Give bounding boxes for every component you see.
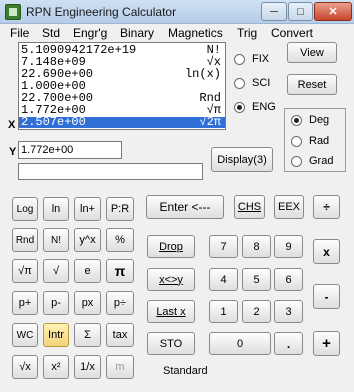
stack-display[interactable]: 5.1090942172e+19 N! 7.148e+09 √x 22.690e… — [18, 42, 226, 130]
ln-plus-button[interactable]: ln+ — [74, 197, 101, 221]
enter-button[interactable]: Enter <--- — [146, 195, 224, 219]
radio-circle-icon — [291, 155, 302, 167]
decimal-button[interactable]: . — [274, 332, 303, 355]
p-minus-button[interactable]: p- — [43, 291, 69, 315]
maximize-button[interactable]: □ — [288, 2, 313, 21]
format-eng-radio[interactable]: ENG — [234, 101, 276, 113]
radio-selected-icon — [291, 114, 302, 126]
wc-button[interactable]: WC — [12, 323, 38, 347]
px-button[interactable]: px — [74, 291, 101, 315]
digit-9-button[interactable]: 9 — [274, 235, 303, 258]
stack-op-label: ln(x) — [184, 67, 221, 81]
reciprocal-button[interactable]: 1/x — [74, 355, 101, 379]
digit-2-button[interactable]: 2 — [242, 300, 271, 323]
y-register-field[interactable]: 1.772e+00 — [18, 141, 122, 159]
stack-value: 2.507e+00 — [21, 115, 86, 129]
display-button[interactable]: Display(3) — [211, 147, 273, 172]
radio-label: Deg — [309, 114, 330, 126]
sigma-button[interactable]: Σ — [74, 323, 101, 347]
menu-convert[interactable]: Convert — [271, 26, 313, 40]
reset-button[interactable]: Reset — [287, 74, 337, 95]
radio-label: Grad — [309, 155, 334, 167]
window-title: RPN Engineering Calculator — [26, 5, 177, 19]
menu-binary[interactable]: Binary — [120, 26, 154, 40]
chs-button[interactable]: CHS — [234, 195, 265, 219]
title-bar[interactable]: RPN Engineering Calculator ─ □ ✕ — [0, 0, 354, 24]
radio-label: Rad — [309, 135, 330, 147]
p-divide-button[interactable]: p÷ — [106, 291, 134, 315]
p-plus-button[interactable]: p+ — [12, 291, 38, 315]
status-mode-label: Standard — [163, 365, 208, 377]
radio-selected-icon — [234, 101, 245, 113]
sqrt-x-button[interactable]: √x — [12, 355, 38, 379]
drop-button[interactable]: Drop — [147, 235, 195, 258]
divide-button[interactable]: ÷ — [313, 195, 340, 219]
view-button[interactable]: View — [287, 42, 337, 63]
digit-6-button[interactable]: 6 — [274, 268, 303, 291]
radio-label: SCI — [252, 77, 271, 89]
polar-rect-button[interactable]: P:R — [106, 197, 134, 221]
minimize-button[interactable]: ─ — [261, 2, 287, 21]
radio-circle-icon — [234, 53, 245, 65]
eex-button[interactable]: EEX — [274, 195, 304, 219]
last-x-button[interactable]: Last x — [147, 300, 195, 323]
radio-label: ENG — [252, 101, 276, 113]
add-button[interactable]: + — [313, 331, 340, 356]
sqrt-button[interactable]: √ — [43, 259, 69, 283]
intr-button[interactable]: Intr — [43, 323, 69, 347]
maximize-icon: □ — [297, 5, 304, 18]
log-button[interactable]: Log — [12, 197, 38, 221]
ln-button[interactable]: ln — [43, 197, 69, 221]
radio-circle-icon — [291, 135, 302, 147]
menu-engrg[interactable]: Engr'g — [73, 26, 107, 40]
menu-std[interactable]: Std — [42, 26, 60, 40]
y-register-label: Y — [9, 146, 17, 158]
format-sci-radio[interactable]: SCI — [234, 77, 270, 89]
factorial-button[interactable]: N! — [43, 228, 69, 252]
digit-0-button[interactable]: 0 — [209, 332, 271, 355]
close-icon: ✕ — [328, 6, 338, 18]
sqrt-pi-button[interactable]: √π — [12, 259, 38, 283]
pi-button[interactable]: π — [106, 259, 134, 283]
entry-field[interactable] — [18, 163, 203, 180]
multiply-button[interactable]: x — [313, 239, 340, 264]
angle-deg-radio[interactable]: Deg — [291, 114, 329, 126]
digit-8-button[interactable]: 8 — [242, 235, 271, 258]
e-constant-button[interactable]: e — [74, 259, 101, 283]
digit-4-button[interactable]: 4 — [209, 268, 238, 291]
tax-button[interactable]: tax — [106, 323, 134, 347]
digit-7-button[interactable]: 7 — [209, 235, 238, 258]
y-pow-x-button[interactable]: y^x — [74, 228, 101, 252]
rnd-button[interactable]: Rnd — [12, 228, 38, 252]
radio-label: FIX — [252, 53, 270, 65]
stack-op-label: √2π — [199, 115, 221, 129]
calculator-app-icon — [5, 4, 21, 20]
subtract-button[interactable]: - — [313, 284, 340, 309]
menu-trig[interactable]: Trig — [237, 26, 257, 40]
x-squared-button[interactable]: x² — [43, 355, 69, 379]
menu-file[interactable]: File — [10, 26, 29, 40]
percent-button[interactable]: % — [106, 228, 134, 252]
x-register-label: X — [8, 119, 16, 131]
angle-rad-radio[interactable]: Rad — [291, 135, 329, 147]
radio-circle-icon — [234, 77, 245, 89]
close-button[interactable]: ✕ — [314, 2, 352, 21]
digit-3-button[interactable]: 3 — [274, 300, 303, 323]
swap-xy-button[interactable]: x<>y — [147, 268, 195, 291]
minimize-icon: ─ — [270, 5, 278, 18]
format-fix-radio[interactable]: FIX — [234, 53, 269, 65]
m-button[interactable]: m — [106, 355, 134, 379]
angle-grad-radio[interactable]: Grad — [291, 155, 333, 167]
menu-magnetics[interactable]: Magnetics — [168, 26, 223, 40]
digit-1-button[interactable]: 1 — [209, 300, 238, 323]
menu-bar: File Std Engr'g Binary Magnetics Trig Co… — [0, 24, 354, 42]
stack-row-x-selected[interactable]: 2.507e+00 √2π — [19, 115, 225, 129]
digit-5-button[interactable]: 5 — [242, 268, 271, 291]
store-button[interactable]: STO — [147, 332, 195, 355]
